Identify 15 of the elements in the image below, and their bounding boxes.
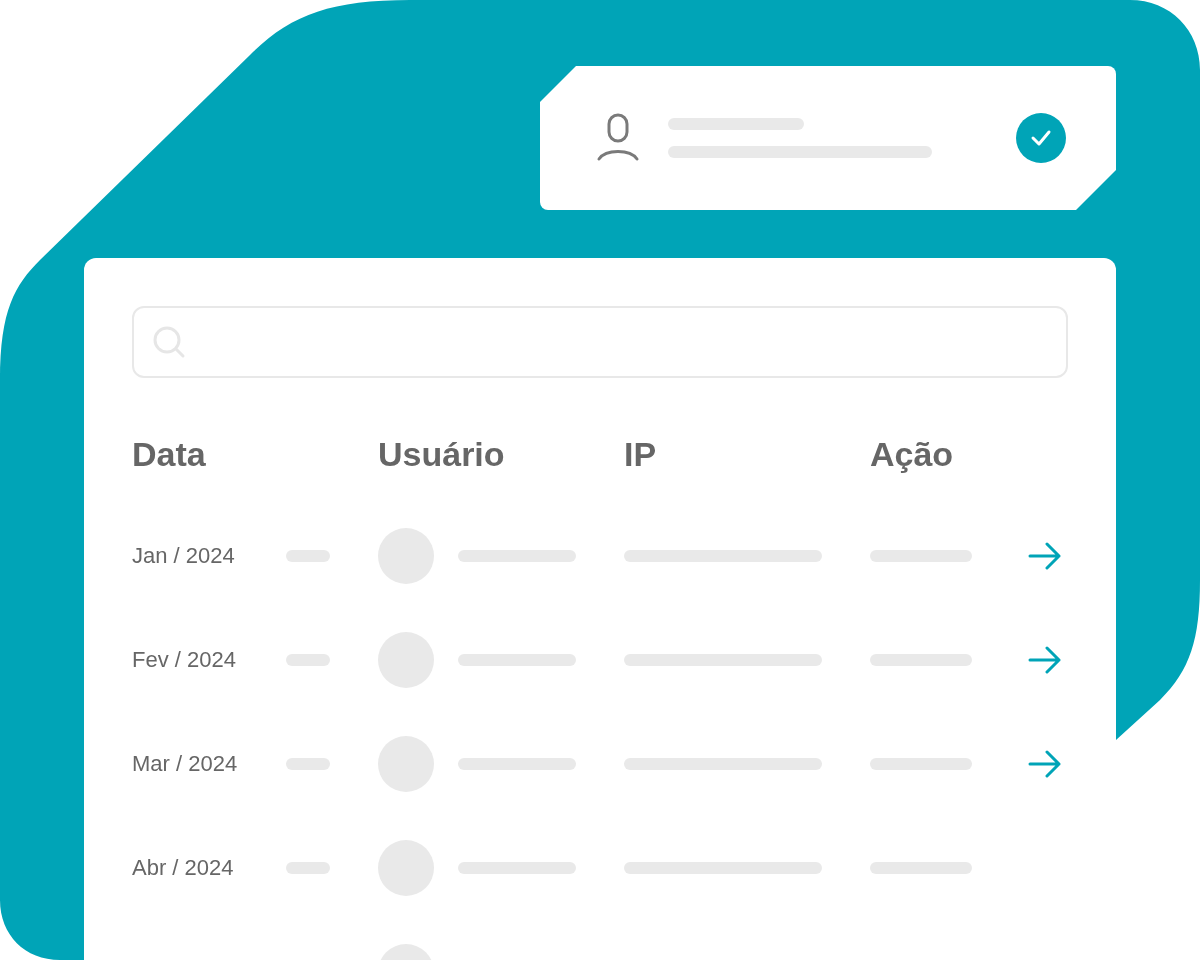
column-header: Usuário bbox=[378, 434, 506, 474]
date-text: Jan / 2024 bbox=[132, 543, 235, 569]
search-field[interactable] bbox=[132, 306, 1068, 378]
column-header: Data bbox=[132, 434, 207, 474]
arrow-right-icon[interactable] bbox=[1028, 646, 1062, 674]
date-text: Mar / 2024 bbox=[132, 751, 238, 777]
arrow-right-icon[interactable] bbox=[1028, 542, 1062, 570]
column-header: IP bbox=[624, 434, 658, 474]
column-header: Ação bbox=[870, 434, 955, 474]
search-icon bbox=[152, 325, 186, 359]
date-text: Abr / 2024 bbox=[132, 855, 234, 881]
check-icon bbox=[1016, 113, 1066, 163]
arrow-right-icon[interactable] bbox=[1028, 750, 1062, 778]
user-icon bbox=[596, 113, 640, 163]
date-text: Fev / 2024 bbox=[132, 647, 236, 673]
